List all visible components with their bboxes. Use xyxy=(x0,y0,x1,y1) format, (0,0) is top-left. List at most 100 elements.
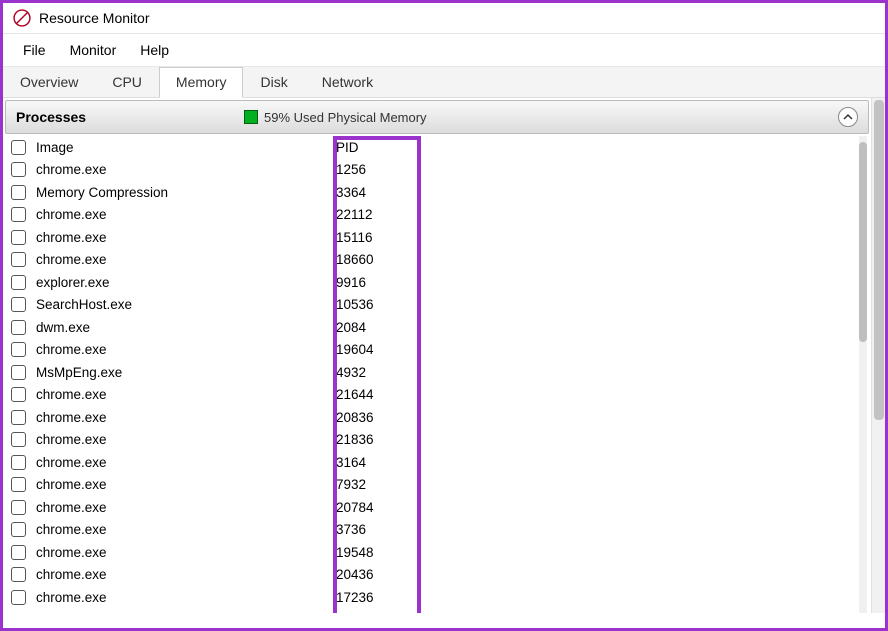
row-checkbox[interactable] xyxy=(11,455,26,470)
row-checkbox[interactable] xyxy=(11,365,26,380)
table-header-row: Image PID xyxy=(3,136,859,159)
process-pid: 3736 xyxy=(336,522,416,537)
row-checkbox[interactable] xyxy=(11,590,26,605)
process-image-name: chrome.exe xyxy=(36,500,336,515)
process-image-name: chrome.exe xyxy=(36,545,336,560)
row-checkbox[interactable] xyxy=(11,500,26,515)
menu-monitor[interactable]: Monitor xyxy=(58,38,129,62)
table-row[interactable]: chrome.exe19604 xyxy=(3,339,859,362)
table-row[interactable]: chrome.exe21644 xyxy=(3,384,859,407)
row-checkbox[interactable] xyxy=(11,545,26,560)
table-row[interactable]: Memory Compression3364 xyxy=(3,181,859,204)
row-checkbox[interactable] xyxy=(11,567,26,582)
process-pid: 9916 xyxy=(336,275,416,290)
process-pid: 3164 xyxy=(336,455,416,470)
process-pid: 18660 xyxy=(336,252,416,267)
row-checkbox[interactable] xyxy=(11,252,26,267)
table-row[interactable]: chrome.exe15116 xyxy=(3,226,859,249)
window-scrollbar-thumb[interactable] xyxy=(874,100,884,420)
process-pid: 20784 xyxy=(336,500,416,515)
table-row[interactable]: MsMpEng.exe4932 xyxy=(3,361,859,384)
table-row[interactable]: chrome.exe18660 xyxy=(3,249,859,272)
table-scrollbar-thumb[interactable] xyxy=(859,142,867,342)
menu-file[interactable]: File xyxy=(11,38,58,62)
processes-section-header[interactable]: Processes 59% Used Physical Memory xyxy=(5,100,869,134)
process-pid: 17236 xyxy=(336,590,416,605)
checkbox-all[interactable] xyxy=(11,140,26,155)
process-image-name: chrome.exe xyxy=(36,432,336,447)
process-pid: 21644 xyxy=(336,387,416,402)
process-image-name: chrome.exe xyxy=(36,455,336,470)
process-pid: 7932 xyxy=(336,477,416,492)
process-image-name: chrome.exe xyxy=(36,230,336,245)
table-row[interactable]: dwm.exe2084 xyxy=(3,316,859,339)
table-row[interactable]: chrome.exe19548 xyxy=(3,541,859,564)
process-pid: 21836 xyxy=(336,432,416,447)
table-row[interactable]: chrome.exe20836 xyxy=(3,406,859,429)
content-area: Processes 59% Used Physical Memory Image… xyxy=(3,98,871,613)
window-scrollbar[interactable] xyxy=(871,98,885,613)
process-pid: 20836 xyxy=(336,410,416,425)
tab-network[interactable]: Network xyxy=(305,67,390,97)
table-row[interactable]: chrome.exe20436 xyxy=(3,564,859,587)
table-scrollbar[interactable] xyxy=(859,136,867,613)
row-checkbox[interactable] xyxy=(11,387,26,402)
table-row[interactable]: chrome.exe3736 xyxy=(3,519,859,542)
row-checkbox[interactable] xyxy=(11,410,26,425)
row-checkbox[interactable] xyxy=(11,185,26,200)
process-image-name: Memory Compression xyxy=(36,185,336,200)
process-image-name: explorer.exe xyxy=(36,275,336,290)
column-header-pid[interactable]: PID xyxy=(336,140,416,155)
row-checkbox[interactable] xyxy=(11,162,26,177)
table-row[interactable]: chrome.exe3164 xyxy=(3,451,859,474)
process-image-name: chrome.exe xyxy=(36,342,336,357)
row-checkbox[interactable] xyxy=(11,342,26,357)
titlebar: Resource Monitor xyxy=(3,3,885,34)
process-pid: 20436 xyxy=(336,567,416,582)
table-row[interactable]: chrome.exe20784 xyxy=(3,496,859,519)
row-checkbox[interactable] xyxy=(11,432,26,447)
main: Processes 59% Used Physical Memory Image… xyxy=(3,98,885,613)
row-checkbox[interactable] xyxy=(11,477,26,492)
process-image-name: chrome.exe xyxy=(36,567,336,582)
table-row[interactable]: chrome.exe17236 xyxy=(3,586,859,609)
process-table: Image PID chrome.exe1256Memory Compressi… xyxy=(3,136,859,613)
process-pid: 19548 xyxy=(336,545,416,560)
row-checkbox[interactable] xyxy=(11,207,26,222)
process-pid: 15116 xyxy=(336,230,416,245)
process-image-name: chrome.exe xyxy=(36,522,336,537)
process-pid: 3364 xyxy=(336,185,416,200)
tab-overview[interactable]: Overview xyxy=(3,67,95,97)
process-pid: 22112 xyxy=(336,207,416,222)
tab-disk[interactable]: Disk xyxy=(243,67,304,97)
tab-memory[interactable]: Memory xyxy=(159,67,244,98)
row-checkbox[interactable] xyxy=(11,230,26,245)
menu-help[interactable]: Help xyxy=(128,38,181,62)
memory-usage-label: 59% Used Physical Memory xyxy=(264,110,838,125)
process-image-name: SearchHost.exe xyxy=(36,297,336,312)
row-checkbox[interactable] xyxy=(11,320,26,335)
collapse-button[interactable] xyxy=(838,107,858,127)
table-row[interactable]: chrome.exe7932 xyxy=(3,474,859,497)
tab-cpu[interactable]: CPU xyxy=(95,67,159,97)
table-row[interactable]: chrome.exe22112 xyxy=(3,204,859,227)
process-image-name: chrome.exe xyxy=(36,590,336,605)
chevron-up-icon xyxy=(843,112,853,122)
app-icon xyxy=(13,9,31,27)
row-checkbox[interactable] xyxy=(11,522,26,537)
process-image-name: chrome.exe xyxy=(36,252,336,267)
process-image-name: chrome.exe xyxy=(36,162,336,177)
row-checkbox[interactable] xyxy=(11,275,26,290)
process-pid: 4932 xyxy=(336,365,416,380)
column-header-image[interactable]: Image xyxy=(36,140,336,155)
process-image-name: chrome.exe xyxy=(36,477,336,492)
row-checkbox[interactable] xyxy=(11,297,26,312)
table-row[interactable]: chrome.exe21836 xyxy=(3,429,859,452)
table-row[interactable]: explorer.exe9916 xyxy=(3,271,859,294)
table-row[interactable]: chrome.exe1256 xyxy=(3,159,859,182)
process-image-name: chrome.exe xyxy=(36,207,336,222)
process-image-name: chrome.exe xyxy=(36,387,336,402)
process-pid: 19604 xyxy=(336,342,416,357)
table-row[interactable]: SearchHost.exe10536 xyxy=(3,294,859,317)
process-table-wrap: Image PID chrome.exe1256Memory Compressi… xyxy=(3,136,871,613)
